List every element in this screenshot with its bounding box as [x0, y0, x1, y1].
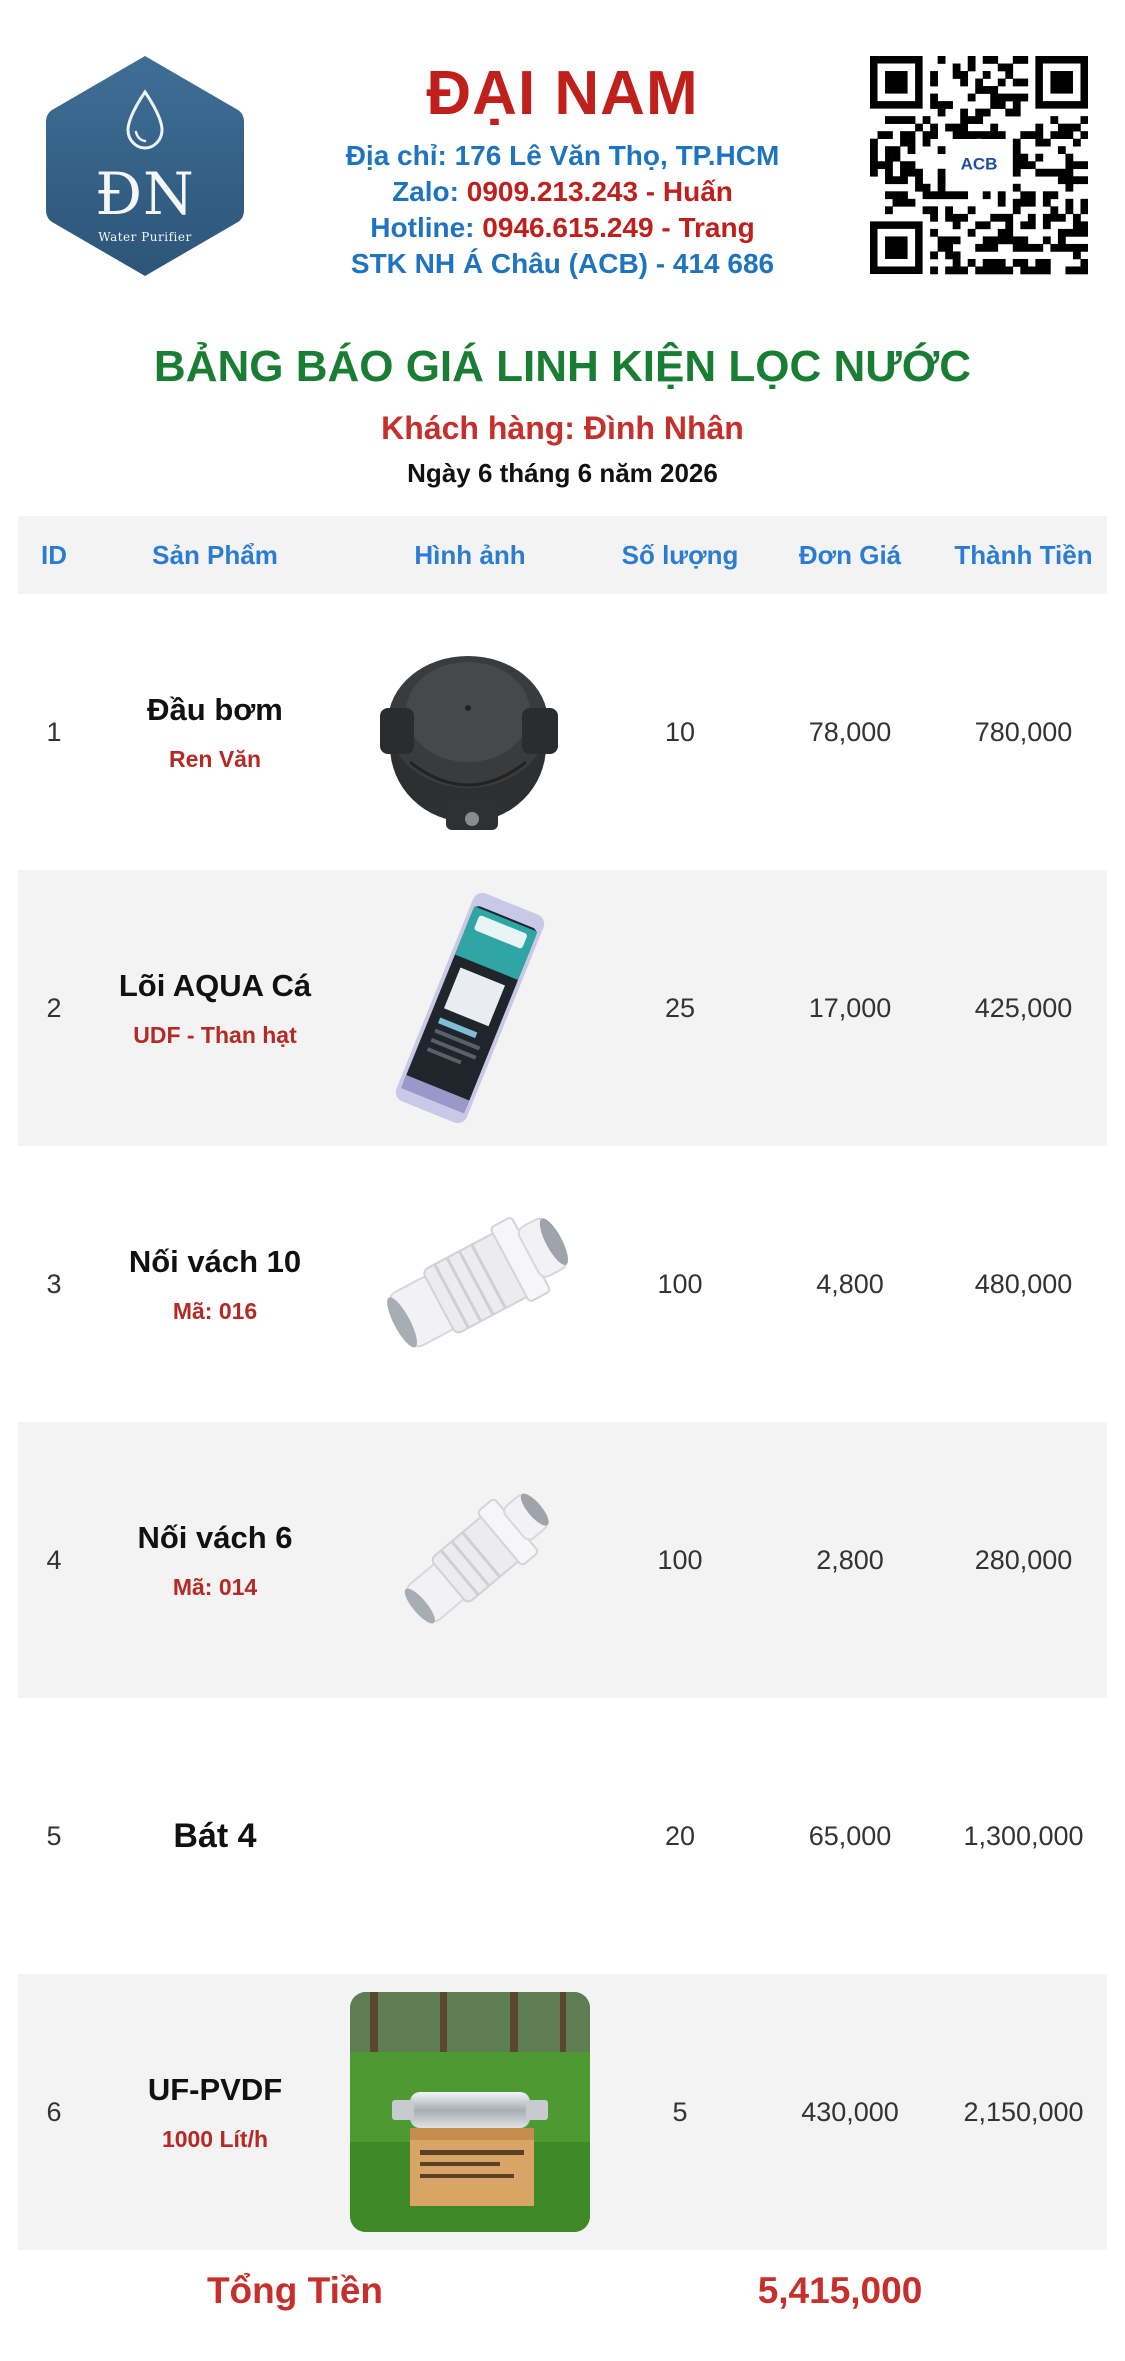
row-quantity: 100 [657, 1544, 703, 1575]
table-header: ID Sản Phẩm Hình ảnh Số lượng Đơn Giá Th… [18, 516, 1107, 594]
product-name: Nối vách 6 [137, 1519, 293, 1555]
row-id: 2 [46, 992, 62, 1023]
product-name: Nối vách 10 [128, 1243, 302, 1279]
aqua-carbon-filter-image [395, 892, 545, 1124]
letterhead: ĐN Water Purifier ĐẠI NAM Địa chỉ: 176 L… [0, 0, 1125, 320]
header-total: Thành Tiền [954, 540, 1093, 570]
row-total: 1,300,000 [963, 1820, 1084, 1851]
row-unit-price: 2,800 [816, 1544, 884, 1575]
grand-total-value: 5,415,000 [757, 2270, 923, 2311]
quote-date: Ngày 6 tháng 6 năm 2026 [407, 458, 718, 488]
product-detail: Mã: 016 [172, 1297, 258, 1324]
hotline-label: Hotline: [370, 212, 483, 243]
product-image-cell [340, 1974, 600, 2250]
product-cell: Lõi AQUA Cá UDF - Than hạt [90, 870, 340, 1146]
payment-qr-code: ACB [870, 56, 1088, 276]
product-image-cell [340, 594, 600, 870]
pump-head-image [380, 656, 558, 830]
row-total: 2,150,000 [963, 2096, 1084, 2127]
table-row: 1 Đầu bơm Ren Văn 10 78,000 780,000 [18, 594, 1107, 870]
company-zalo: Zalo: 0909.213.243 - Huấn [300, 176, 825, 208]
row-total: 780,000 [974, 716, 1073, 747]
table-row: 5 Bát 4 20 65,000 1,300,000 [18, 1698, 1107, 1974]
logo-tagline: Water Purifier [98, 230, 192, 244]
product-cell: Nối vách 6 Mã: 014 [90, 1422, 340, 1698]
header-id: ID [41, 540, 67, 570]
company-logo: ĐN Water Purifier [44, 52, 246, 280]
row-quantity: 25 [664, 992, 696, 1023]
header-product: Sản Phẩm [152, 540, 278, 570]
row-total: 280,000 [974, 1544, 1073, 1575]
product-name: Đầu bơm [147, 691, 283, 727]
product-cell: Nối vách 10 Mã: 016 [90, 1146, 340, 1422]
product-cell: UF-PVDF 1000 Lít/h [90, 1974, 340, 2250]
company-hotline: Hotline: 0946.615.249 - Trang [300, 212, 825, 244]
zalo-label: Zalo: [392, 176, 467, 207]
row-id: 1 [46, 716, 62, 747]
company-address: Địa chỉ: 176 Lê Văn Thọ, TP.HCM [345, 140, 780, 171]
product-name: UF-PVDF [147, 2071, 283, 2107]
product-image-cell [340, 1146, 600, 1422]
row-unit-price: 430,000 [801, 2096, 899, 2127]
row-quantity: 20 [664, 1820, 696, 1851]
product-image-cell [340, 870, 600, 1146]
bulkhead-fitting-10-image [387, 1217, 569, 1348]
product-detail: 1000 Lít/h [161, 2125, 269, 2152]
product-name: Bát 4 [173, 1816, 257, 1855]
quote-title: BẢNG BÁO GIÁ LINH KIỆN LỌC NƯỚC [153, 342, 972, 391]
row-id: 5 [46, 1820, 62, 1851]
company-name: ĐẠI NAM [426, 59, 699, 128]
row-id: 4 [46, 1544, 62, 1575]
product-detail: Ren Văn [168, 745, 262, 772]
grand-total-label: Tổng Tiền [206, 2270, 384, 2311]
product-image-cell [340, 1422, 600, 1698]
row-id: 6 [46, 2096, 62, 2127]
product-image-cell [340, 1698, 600, 1974]
table-row: 4 Nối vách 6 Mã: 014 100 2,800 280,000 [18, 1422, 1107, 1698]
product-detail: UDF - Than hạt [133, 1021, 297, 1048]
table-row: 6 UF-PVDF 1000 Lít/h 5 430,000 2,150,000 [18, 1974, 1107, 2250]
qr-code-icon: ACB [870, 56, 1088, 276]
bulkhead-fitting-6-image [404, 1493, 549, 1624]
row-unit-price: 4,800 [816, 1268, 884, 1299]
row-total: 480,000 [974, 1268, 1073, 1299]
header-image: Hình ảnh [414, 540, 526, 570]
logo-monogram: ĐN [95, 160, 195, 228]
row-quantity: 10 [664, 716, 696, 747]
customer-name: Khách hàng: Đình Nhân [381, 410, 744, 446]
product-detail: Mã: 014 [172, 1573, 258, 1600]
company-bank-account: STK NH Á Châu (ACB) - 414 686 [350, 248, 775, 279]
qr-bank-badge: ACB [961, 154, 998, 173]
uf-pvdf-filter-image [350, 1992, 590, 2232]
row-unit-price: 78,000 [808, 716, 892, 747]
row-quantity: 5 [672, 2096, 688, 2127]
row-unit-price: 17,000 [808, 992, 892, 1023]
table-row: 3 Nối vách 10 Mã: 016 100 4,800 480,000 [18, 1146, 1107, 1422]
table-row: 2 Lõi AQUA Cá UDF - Than hạt 25 17,000 4… [18, 870, 1107, 1146]
row-total: 425,000 [974, 992, 1073, 1023]
header-quantity: Số lượng [621, 540, 739, 570]
product-cell: Đầu bơm Ren Văn [90, 594, 340, 870]
zalo-value: 0909.213.243 - Huấn [466, 176, 733, 207]
row-unit-price: 65,000 [808, 1820, 892, 1851]
product-cell: Bát 4 [90, 1698, 340, 1974]
row-id: 3 [46, 1268, 62, 1299]
header-unit-price: Đơn Giá [798, 540, 902, 570]
product-name: Lõi AQUA Cá [118, 967, 312, 1003]
row-quantity: 100 [657, 1268, 703, 1299]
hotline-value: 0946.615.249 - Trang [482, 212, 755, 243]
